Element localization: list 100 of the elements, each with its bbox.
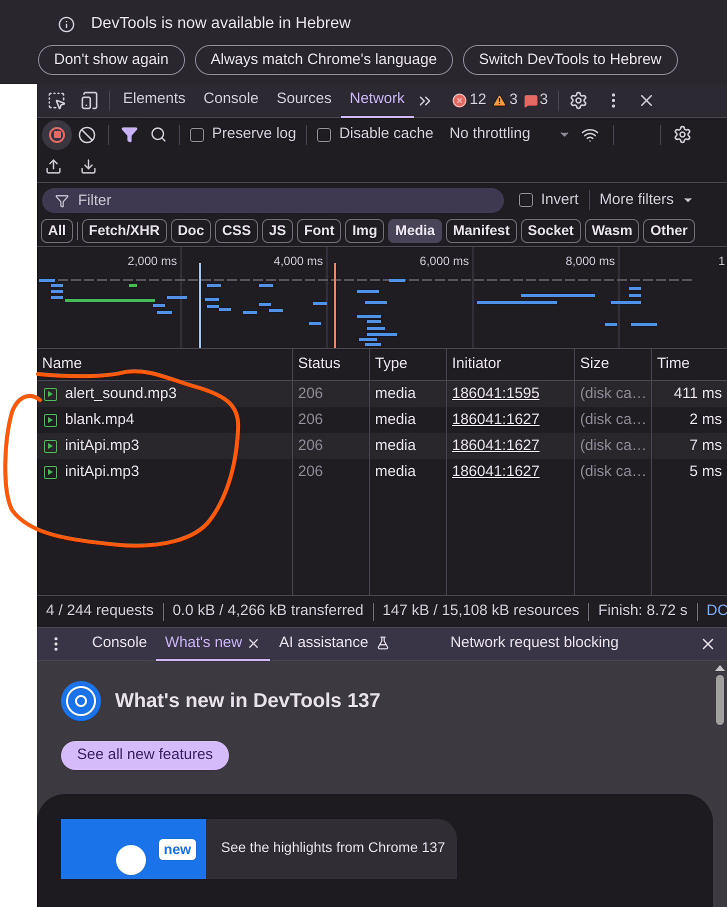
import-icon[interactable] [45,158,62,175]
initiator-link[interactable]: 186041:1627 [452,460,540,484]
warning-icon [492,93,508,108]
infobar-button[interactable]: Don't show again [38,45,185,75]
whats-new-title: What's new in DevTools 137 [115,689,381,714]
size-value: (disk ca… [580,436,647,456]
info-icon [58,16,75,32]
filter-icon[interactable] [121,126,138,143]
type-filter-chip[interactable]: Wasm [584,218,640,242]
size-value: (disk ca… [580,410,647,430]
status-code: 206 [298,436,324,456]
file-name: initApi.mp3 [65,436,140,456]
column-header[interactable]: Size [575,349,652,380]
device-toolbar-icon[interactable] [80,91,99,110]
request-row[interactable]: alert_sound.mp3 206 media 186041:1595 (disk ca… 411 ms [37,381,727,407]
column-header[interactable]: Status [293,349,370,380]
type-filter-chip[interactable]: CSS [215,218,258,242]
time-value: 7 ms [689,436,722,456]
status-text: Finish: 8.72 s [597,601,689,622]
inspect-element-icon[interactable] [47,91,66,110]
panel-tab[interactable]: Elements [114,84,195,118]
type-filter-chip[interactable]: Fetch/XHR [82,218,167,242]
checkbox[interactable] [317,128,332,142]
time-value: 411 ms [674,384,722,404]
status-text: 4 / 244 requests [45,601,155,622]
initiator-link[interactable]: 186041:1627 [452,434,540,458]
more-filters-dropdown[interactable]: More filters [600,188,694,212]
drawer-tab[interactable]: AI assistance [270,628,400,660]
checkbox[interactable] [190,128,204,142]
scrollbar-thumb[interactable] [716,675,724,725]
initiator-link[interactable]: 186041:1595 [452,382,540,406]
initiator-link[interactable]: 186041:1627 [452,408,540,432]
type-filter-chip[interactable]: Media [388,218,442,242]
error-icon [452,93,467,108]
drawer-tab[interactable]: Console [83,628,156,660]
media-file-icon [44,466,57,478]
filter-icon [55,194,69,208]
checkbox-label: Invert [541,190,579,210]
drawer-tab[interactable]: Network request blocking [441,628,628,660]
throttling-dropdown[interactable]: No throttling [449,123,572,146]
size-value: (disk ca… [580,462,647,482]
settings-icon[interactable] [569,91,588,110]
time-tick-label: 8,000 ms [566,253,615,270]
error-count: 12 [470,90,486,110]
column-header[interactable]: Initiator [447,349,575,380]
type-filter-chip[interactable]: Img [345,218,384,242]
column-header[interactable]: Name [37,349,293,380]
request-row[interactable]: initApi.mp3 206 media 186041:1627 (disk ca… 7 ms [37,433,727,459]
flask-icon [376,636,390,650]
panel-tab[interactable]: Network [340,84,414,118]
column-header[interactable]: Time [652,349,727,380]
issue-count: 3 [540,90,548,110]
media-file-icon [44,440,57,452]
type-filter-chip[interactable]: JS [262,218,294,242]
infobar-button[interactable]: Switch DevTools to Hebrew [462,45,678,75]
warning-count: 3 [509,90,518,110]
export-icon[interactable] [80,158,97,175]
type-filter-chip[interactable]: Font [297,218,342,242]
time-tick-label: 6,000 ms [420,253,469,270]
status-code: 206 [298,384,324,404]
record-button[interactable] [42,120,72,150]
type-filter-chip[interactable]: All [41,218,73,242]
chrome-logo-icon [61,681,101,721]
status-code: 206 [298,410,324,430]
search-icon[interactable] [150,126,167,143]
checkbox[interactable] [519,193,533,207]
file-name: alert_sound.mp3 [65,384,177,404]
infobar-button[interactable]: Always match Chrome's language [194,45,453,75]
type-filter-chip[interactable]: Socket [520,218,581,242]
column-header[interactable]: Type [370,349,447,380]
video-thumbnail[interactable]: new [61,819,206,879]
time-value: 2 ms [689,410,722,430]
checkbox-label: Preserve log [212,124,296,144]
infobar-message: DevTools is now available in Hebrew [91,14,351,34]
resource-type: media [375,410,416,430]
settings-icon[interactable] [673,125,692,144]
panel-tab[interactable]: Sources [268,84,341,118]
time-value: 5 ms [689,462,722,482]
status-text: 0.0 kB / 4,266 kB transferred [172,601,365,622]
panel-tab[interactable]: Console [194,84,268,118]
status-code: 206 [298,462,324,482]
media-file-icon [44,388,57,400]
time-tick-label: 4,000 ms [274,253,323,270]
clear-icon[interactable] [78,126,96,144]
time-tick-label: 2,000 ms [128,253,177,270]
file-name: initApi.mp3 [65,462,140,482]
see-all-features-button[interactable]: See all new features [61,741,229,770]
resource-type: media [375,384,416,404]
resource-type: media [375,436,416,456]
time-tick-label: 1 [718,253,725,270]
checkbox-label: Disable cache [339,124,434,144]
resource-type: media [375,462,416,482]
type-filter-chip[interactable]: Other [643,218,695,242]
file-name: blank.mp4 [65,410,134,430]
type-filter-chip[interactable]: Manifest [446,218,517,242]
issue-icon [524,94,538,108]
video-caption: See the highlights from Chrome 137 [220,838,446,857]
status-text: 147 kB / 15,108 kB resources [382,601,580,622]
filter-field[interactable]: Filter [42,188,504,212]
type-filter-chip[interactable]: Doc [170,218,212,242]
